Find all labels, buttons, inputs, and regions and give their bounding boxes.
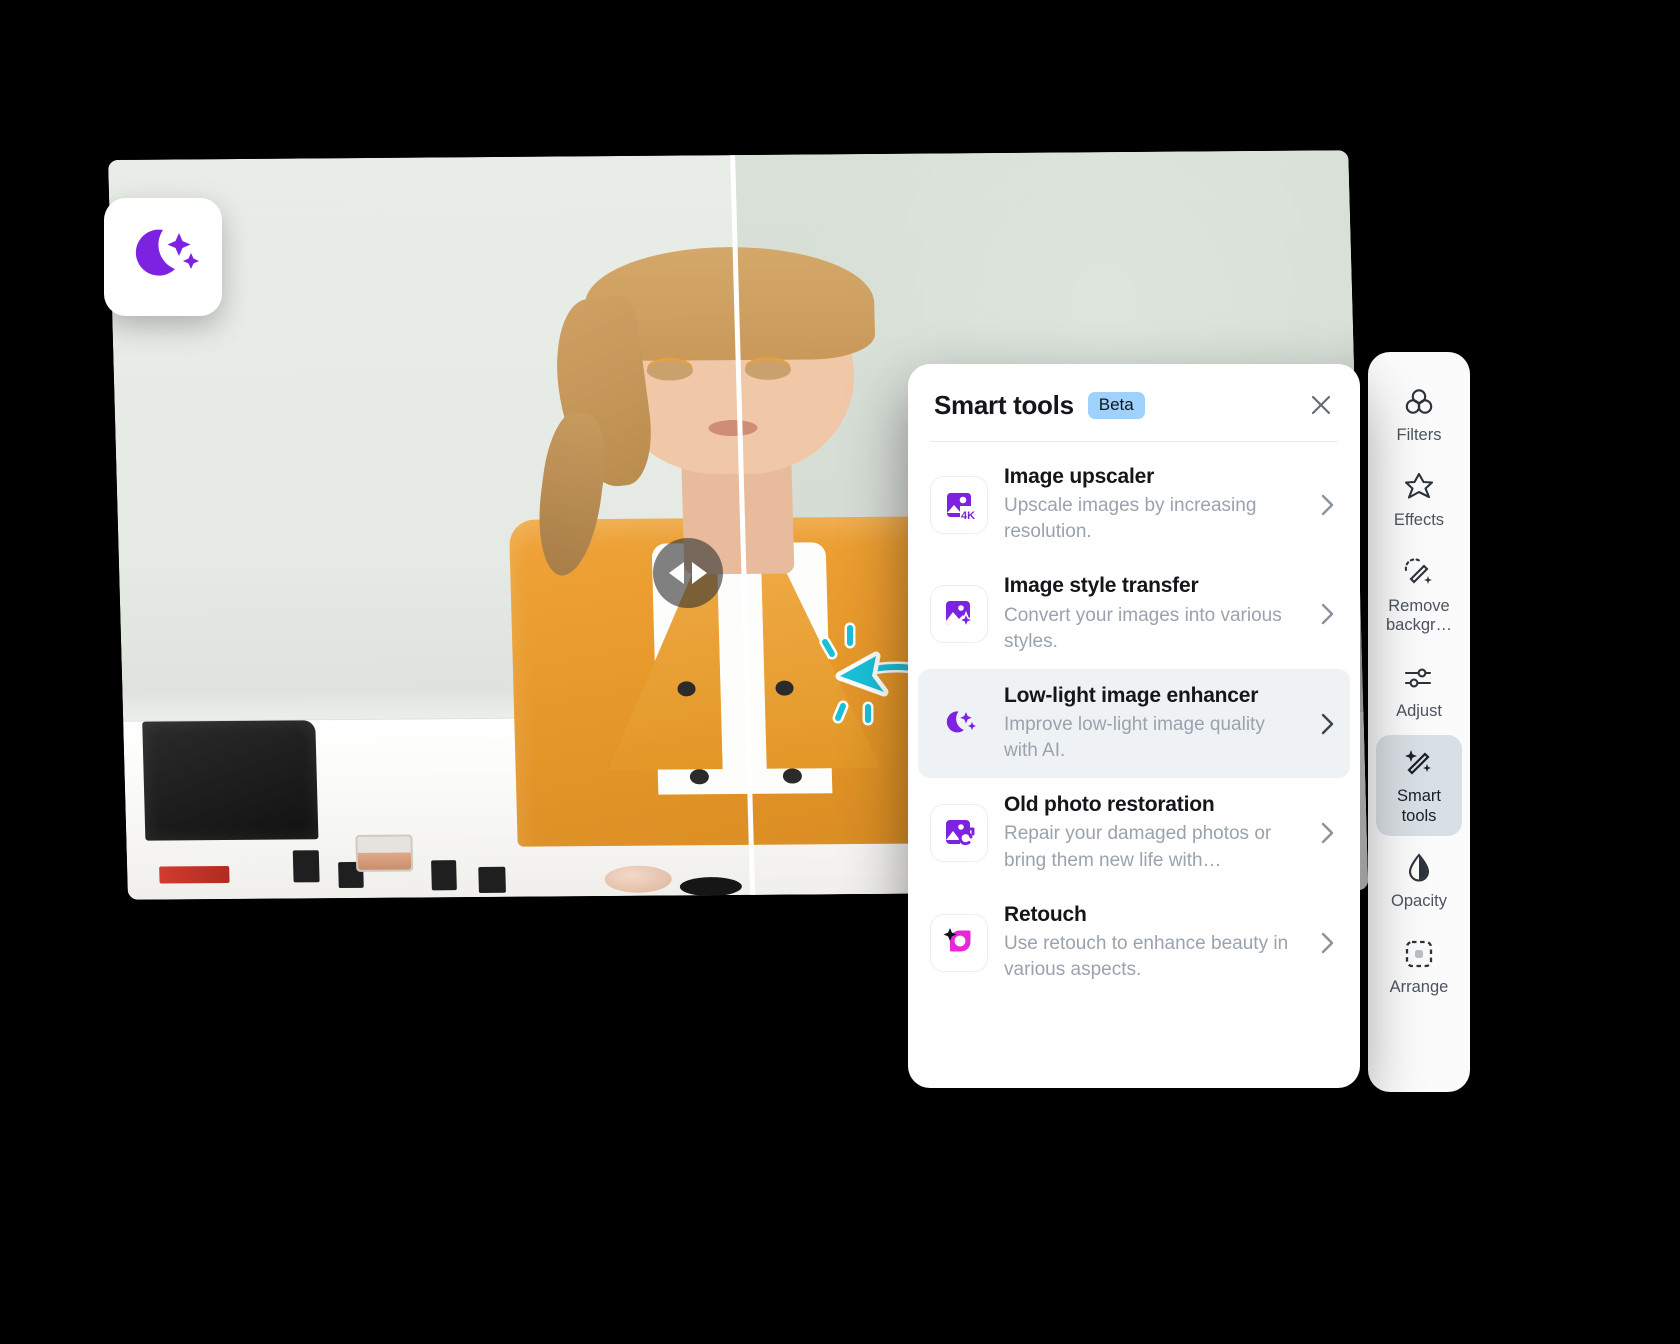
low-light-moon-icon <box>930 695 988 753</box>
list-item-text: Low-light image enhancer Improve low-lig… <box>1004 683 1300 764</box>
list-item-old-photo-restoration[interactable]: Old photo restoration Repair your damage… <box>918 778 1350 887</box>
makeup-bag-prop <box>141 720 319 841</box>
close-button[interactable] <box>1304 388 1338 422</box>
sidebar-item-effects[interactable]: Effects <box>1376 459 1462 540</box>
sidebar-item-label: Adjust <box>1396 701 1442 720</box>
chevron-right-icon <box>692 562 707 584</box>
chevron-left-icon <box>669 562 684 584</box>
list-item-desc: Improve low-light image quality with AI. <box>1004 713 1265 762</box>
smart-tools-wand-icon <box>1405 750 1431 775</box>
sidebar-item-arrange[interactable]: Arrange <box>1376 926 1462 1007</box>
list-item-title: Image style transfer <box>1004 574 1199 598</box>
red-card-prop <box>159 865 230 884</box>
list-item-desc: Use retouch to enhance beauty in various… <box>1004 932 1289 981</box>
before-after-slider-handle[interactable] <box>653 538 723 608</box>
svg-text:4K: 4K <box>961 510 975 522</box>
low-light-moon-logo <box>104 198 222 316</box>
remove-background-wand-icon <box>1404 558 1432 584</box>
sidebar-item-smart-tools[interactable]: Smart tools <box>1376 735 1462 837</box>
old-photo-restoration-icon <box>930 804 988 863</box>
effects-star-icon <box>1404 473 1434 500</box>
list-item-low-light-image-enhancer[interactable]: Low-light image enhancer Improve low-lig… <box>918 668 1350 779</box>
list-item-title: Image upscaler <box>1004 465 1155 488</box>
smart-tools-panel: Smart tools Beta 4K Image upscaler Upsca… <box>908 364 1360 1088</box>
sidebar-item-label: Filters <box>1396 426 1442 444</box>
sidebar-item-label: Opacity <box>1391 892 1447 911</box>
cosmetic-stick-prop <box>292 850 320 883</box>
list-item-desc: Repair your damaged photos or bring them… <box>1004 823 1272 871</box>
right-tool-sidebar: Filters Effects Remove backgr… Adjust Sm… <box>1368 352 1470 1092</box>
sidebar-item-filters[interactable]: Filters <box>1376 374 1462 455</box>
sidebar-item-remove-background[interactable]: Remove backgr… <box>1376 545 1462 646</box>
list-item-desc: Convert your images into various styles. <box>1004 604 1282 652</box>
list-item-image-upscaler[interactable]: 4K Image upscaler Upscale images by incr… <box>918 450 1350 559</box>
chevron-right-icon <box>1316 493 1338 517</box>
image-style-transfer-icon <box>930 585 988 644</box>
moon-sparkle-icon <box>135 229 199 276</box>
panel-header: Smart tools Beta <box>908 364 1360 421</box>
list-item-title: Old photo restoration <box>1004 793 1215 817</box>
list-item-title: Retouch <box>1004 902 1087 926</box>
chevron-right-icon <box>1316 602 1338 626</box>
chevron-right-icon <box>1316 821 1338 845</box>
list-item-retouch[interactable]: Retouch Use retouch to enhance beauty in… <box>918 888 1350 997</box>
chevron-right-icon <box>1316 712 1338 736</box>
cosmetic-stick-prop <box>430 860 457 890</box>
powder-jar-prop <box>355 834 414 873</box>
list-item-image-style-transfer[interactable]: Image style transfer Convert your images… <box>918 559 1350 668</box>
sidebar-item-label: Smart tools <box>1396 787 1441 825</box>
list-item-text: Retouch Use retouch to enhance beauty in… <box>1004 902 1300 983</box>
adjust-sliders-icon <box>1404 668 1432 688</box>
retouch-icon <box>930 913 988 972</box>
list-item-desc: Upscale images by increasing resolution. <box>1004 495 1257 543</box>
status-badge: Beta <box>1087 392 1145 419</box>
page-title: Smart tools <box>934 390 1074 420</box>
filters-circles-icon <box>1405 389 1433 414</box>
arrange-frame-icon <box>1405 940 1433 967</box>
screenshot-root: Filters Effects Remove backgr… Adjust Sm… <box>0 0 1680 1344</box>
sidebar-item-label: Remove backgr… <box>1385 596 1453 635</box>
smart-tools-list: 4K Image upscaler Upscale images by incr… <box>908 442 1360 1088</box>
list-item-text: Image upscaler Upscale images by increas… <box>1004 464 1300 545</box>
image-upscaler-4k-icon: 4K <box>930 475 988 534</box>
sidebar-item-label: Arrange <box>1389 977 1449 996</box>
list-item-text: Old photo restoration Repair your damage… <box>1004 792 1300 873</box>
close-icon <box>1311 395 1331 415</box>
list-item-title: Low-light image enhancer <box>1004 683 1259 707</box>
sidebar-item-adjust[interactable]: Adjust <box>1376 650 1462 731</box>
sidebar-item-opacity[interactable]: Opacity <box>1376 840 1462 921</box>
chevron-right-icon <box>1316 931 1338 955</box>
list-item-text: Image style transfer Convert your images… <box>1004 573 1300 654</box>
opacity-droplet-icon <box>1408 853 1430 882</box>
sidebar-item-label: Effects <box>1393 511 1445 530</box>
